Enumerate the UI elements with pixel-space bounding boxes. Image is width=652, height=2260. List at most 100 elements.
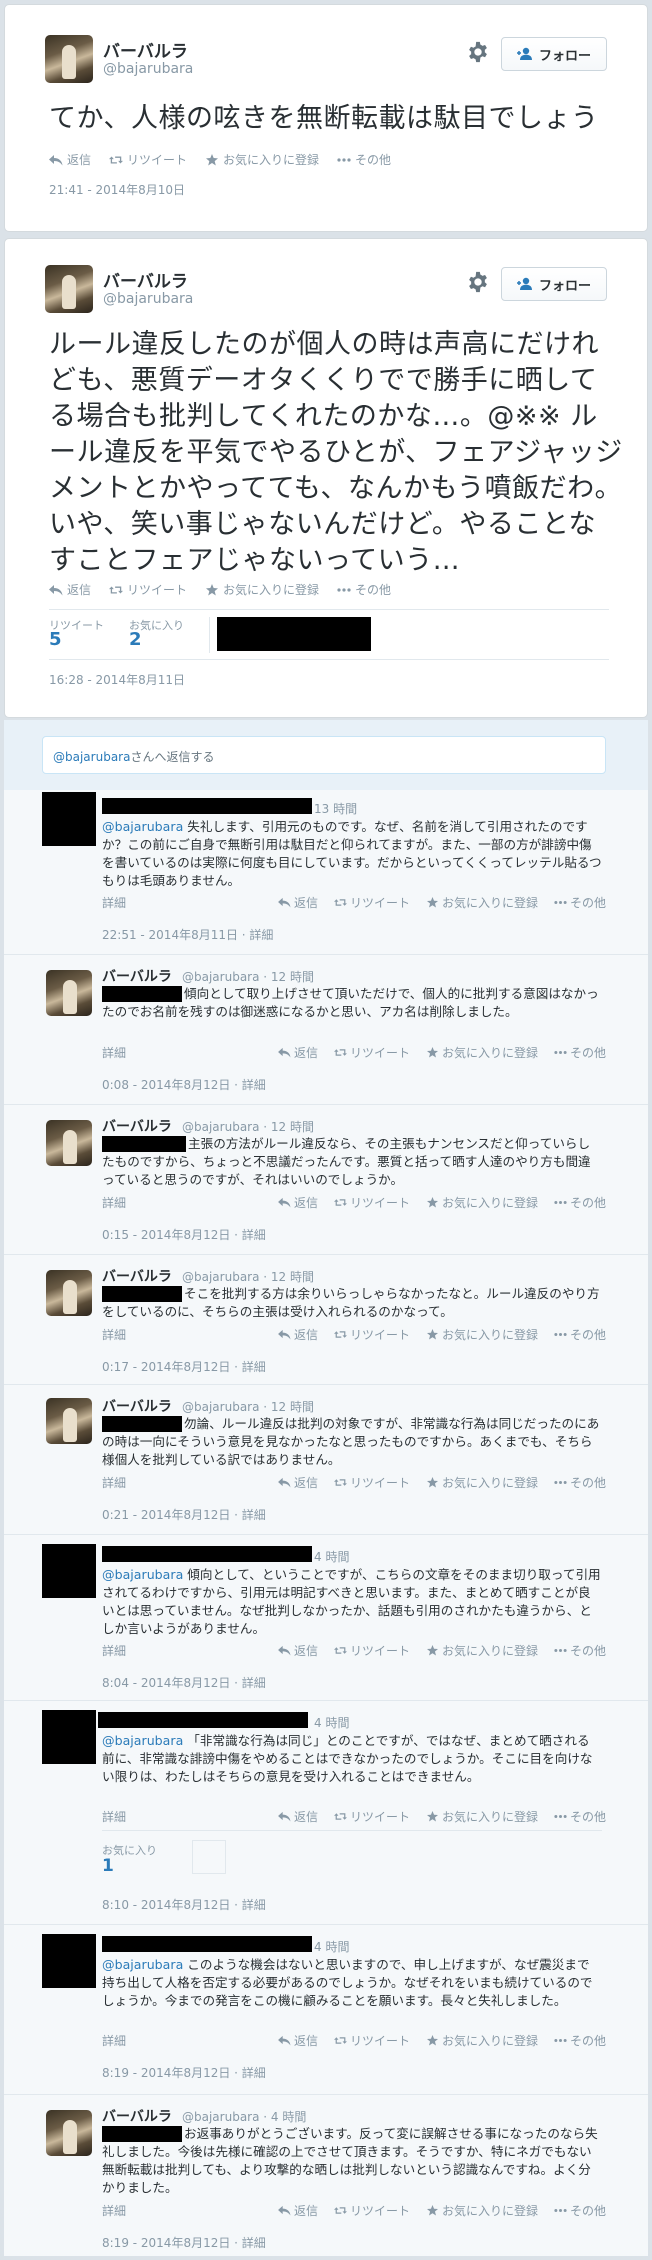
- more-button[interactable]: その他: [554, 894, 606, 911]
- avatar[interactable]: [46, 1270, 92, 1316]
- reply-button[interactable]: 返信: [278, 1044, 318, 1061]
- reply-timestamp[interactable]: 22:51 - 2014年8月11日 · 詳細: [102, 926, 273, 943]
- reply-mention[interactable]: @bajarubara: [102, 1733, 183, 1748]
- reply-author-handle[interactable]: @bajarubara · 12 時間: [182, 1118, 314, 1135]
- reply-timestamp[interactable]: 0:08 - 2014年8月12日 · 詳細: [102, 1076, 266, 1093]
- retweet-button[interactable]: リツイート: [334, 1474, 410, 1491]
- reply-author-handle[interactable]: @bajarubara · 12 時間: [182, 1268, 314, 1285]
- reply-button[interactable]: 返信: [278, 1808, 318, 1825]
- reply-author-name[interactable]: バーバルラ: [102, 966, 172, 986]
- retweet-button[interactable]: リツイート: [334, 894, 410, 911]
- gear-icon[interactable]: [467, 41, 489, 63]
- reply-mention[interactable]: @bajarubara: [102, 819, 183, 834]
- tweet-timestamp[interactable]: 16:28 - 2014年8月11日: [49, 671, 185, 688]
- reply-button[interactable]: 返信: [278, 1194, 318, 1211]
- favorite-button[interactable]: お気に入りに登録: [205, 581, 319, 598]
- reply-button[interactable]: 返信: [49, 151, 91, 168]
- more-button[interactable]: その他: [554, 2202, 606, 2219]
- detail-link[interactable]: 詳細: [102, 1642, 126, 1659]
- favorite-button[interactable]: お気に入りに登録: [426, 1326, 538, 1343]
- reply-timestamp[interactable]: 0:15 - 2014年8月12日 · 詳細: [102, 1226, 266, 1243]
- retweets-count[interactable]: 5: [49, 629, 62, 650]
- detail-link[interactable]: 詳細: [102, 894, 126, 911]
- reply-button[interactable]: 返信: [278, 2202, 318, 2219]
- favorite-button[interactable]: お気に入りに登録: [426, 1808, 538, 1825]
- reply-author-name[interactable]: バーバルラ: [102, 1266, 172, 1286]
- detail-link[interactable]: 詳細: [102, 2202, 126, 2219]
- avatar[interactable]: [46, 1120, 92, 1166]
- favorite-button[interactable]: お気に入りに登録: [205, 151, 319, 168]
- reply-timestamp[interactable]: 0:17 - 2014年8月12日 · 詳細: [102, 1358, 266, 1375]
- avatar[interactable]: [45, 265, 93, 313]
- reply-timestamp[interactable]: 8:19 - 2014年8月12日 · 詳細: [102, 2064, 266, 2081]
- reply-button[interactable]: 返信: [278, 894, 318, 911]
- avatar[interactable]: [46, 970, 92, 1016]
- reply-input[interactable]: @bajarubaraさんへ返信する: [42, 736, 606, 774]
- more-button[interactable]: その他: [337, 151, 391, 168]
- avatar[interactable]: [46, 2110, 92, 2156]
- retweet-button[interactable]: リツイート: [334, 1326, 410, 1343]
- reply-button[interactable]: 返信: [278, 2032, 318, 2049]
- reply-author-name[interactable]: バーバルラ: [102, 2106, 172, 2126]
- tweet-author-name[interactable]: バーバルラ: [103, 267, 188, 292]
- retweet-button[interactable]: リツイート: [109, 581, 187, 598]
- tweet-author-name[interactable]: バーバルラ: [103, 37, 188, 62]
- more-button[interactable]: その他: [554, 1044, 606, 1061]
- gear-icon[interactable]: [467, 271, 489, 293]
- more-button[interactable]: その他: [554, 1326, 606, 1343]
- more-button[interactable]: その他: [554, 1808, 606, 1825]
- retweet-button[interactable]: リツイート: [334, 1642, 410, 1659]
- avatar[interactable]: [45, 35, 93, 83]
- favorite-button[interactable]: お気に入りに登録: [426, 894, 538, 911]
- avatar[interactable]: [46, 1398, 92, 1444]
- reply-author-handle[interactable]: @bajarubara · 12 時間: [182, 1398, 314, 1415]
- favorites-count[interactable]: 1: [102, 1856, 114, 1876]
- reply-age[interactable]: 4 時間: [314, 1548, 349, 1565]
- favorite-button[interactable]: お気に入りに登録: [426, 1194, 538, 1211]
- detail-link[interactable]: 詳細: [102, 1808, 126, 1825]
- reply-age[interactable]: 13 時間: [314, 800, 357, 817]
- reply-author-handle[interactable]: @bajarubara · 4 時間: [182, 2108, 306, 2125]
- reply-button[interactable]: 返信: [278, 1326, 318, 1343]
- retweet-button[interactable]: リツイート: [109, 151, 187, 168]
- reply-mention[interactable]: @bajarubara: [102, 1567, 183, 1582]
- reply-author-handle[interactable]: @bajarubara · 12 時間: [182, 968, 314, 985]
- detail-link[interactable]: 詳細: [102, 1044, 126, 1061]
- favorite-button[interactable]: お気に入りに登録: [426, 2032, 538, 2049]
- more-button[interactable]: その他: [554, 1194, 606, 1211]
- follow-button[interactable]: フォロー: [501, 37, 607, 71]
- reply-timestamp[interactable]: 8:10 - 2014年8月12日 · 詳細: [102, 1896, 266, 1913]
- reply-timestamp[interactable]: 0:21 - 2014年8月12日 · 詳細: [102, 1506, 266, 1523]
- more-button[interactable]: その他: [337, 581, 391, 598]
- reply-button[interactable]: 返信: [49, 581, 91, 598]
- retweet-button[interactable]: リツイート: [334, 2032, 410, 2049]
- more-button[interactable]: その他: [554, 1642, 606, 1659]
- tweet-timestamp[interactable]: 21:41 - 2014年8月10日: [49, 181, 185, 198]
- favorite-button[interactable]: お気に入りに登録: [426, 1044, 538, 1061]
- reply-age[interactable]: 4 時間: [314, 1938, 349, 1955]
- detail-link[interactable]: 詳細: [102, 2032, 126, 2049]
- favorites-count[interactable]: 2: [129, 629, 142, 650]
- more-button[interactable]: その他: [554, 2032, 606, 2049]
- detail-link[interactable]: 詳細: [102, 1194, 126, 1211]
- reply-button[interactable]: 返信: [278, 1474, 318, 1491]
- detail-link[interactable]: 詳細: [102, 1326, 126, 1343]
- reply-timestamp[interactable]: 8:04 - 2014年8月12日 · 詳細: [102, 1674, 266, 1691]
- more-button[interactable]: その他: [554, 1474, 606, 1491]
- follow-button[interactable]: フォロー: [501, 267, 607, 301]
- retweet-button[interactable]: リツイート: [334, 1044, 410, 1061]
- reply-mention[interactable]: @bajarubara: [102, 1957, 183, 1972]
- tweet-author-handle[interactable]: @bajarubara: [103, 291, 193, 307]
- favorite-button[interactable]: お気に入りに登録: [426, 1474, 538, 1491]
- favorite-button[interactable]: お気に入りに登録: [426, 1642, 538, 1659]
- retweet-button[interactable]: リツイート: [334, 1808, 410, 1825]
- tweet-author-handle[interactable]: @bajarubara: [103, 61, 193, 77]
- detail-link[interactable]: 詳細: [102, 1474, 126, 1491]
- favorite-button[interactable]: お気に入りに登録: [426, 2202, 538, 2219]
- favoriter-avatar[interactable]: [192, 1840, 226, 1874]
- reply-button[interactable]: 返信: [278, 1642, 318, 1659]
- reply-author-name[interactable]: バーバルラ: [102, 1116, 172, 1136]
- retweet-button[interactable]: リツイート: [334, 2202, 410, 2219]
- reply-timestamp[interactable]: 8:19 - 2014年8月12日 · 詳細: [102, 2234, 266, 2251]
- reply-author-name[interactable]: バーバルラ: [102, 1396, 172, 1416]
